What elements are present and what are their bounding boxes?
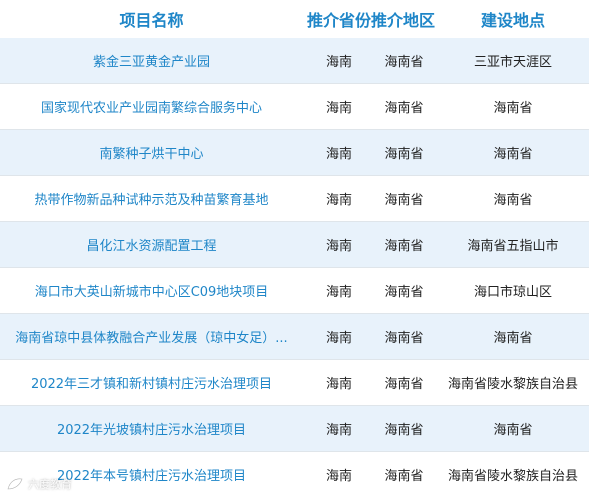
province-cell: 海南 bbox=[325, 377, 352, 392]
site-cell: 海南省 bbox=[493, 423, 533, 438]
site-cell: 海南省五指山市 bbox=[467, 239, 559, 254]
table-row: 2022年光坡镇村庄污水治理项目 海南 海南省 海南省 bbox=[0, 406, 589, 452]
area-cell: 海南省 bbox=[384, 239, 424, 254]
site-cell: 海南省 bbox=[493, 147, 533, 162]
site-cell: 三亚市天涯区 bbox=[473, 55, 552, 70]
site-cell: 海南省 bbox=[493, 193, 533, 208]
table-row: 2022年三才镇和新村镇村庄污水治理项目 海南 海南省 海南省陵水黎族自治县 bbox=[0, 360, 589, 406]
table-row: 南繁种子烘干中心 海南 海南省 海南省 bbox=[0, 130, 589, 176]
project-name-link[interactable]: 海口市大英山新城市中心区C09地块项目 bbox=[0, 268, 303, 313]
project-table: 项目名称 推介省份 推介地区 建设地点 紫金三亚黄金产业园 海南 海南省 三亚市天… bbox=[0, 0, 589, 496]
table-row: 国家现代农业产业园南繁综合服务中心 海南 海南省 海南省 bbox=[0, 84, 589, 130]
project-name-link[interactable]: 紫金三亚黄金产业园 bbox=[0, 38, 303, 83]
province-cell: 海南 bbox=[325, 101, 352, 116]
leaf-logo-icon bbox=[7, 478, 23, 490]
table-row: 昌化江水资源配置工程 海南 海南省 海南省五指山市 bbox=[0, 222, 589, 268]
header-province: 推介省份 bbox=[306, 11, 371, 30]
header-province-area: 推介省份 推介地区 bbox=[305, 0, 437, 38]
province-cell: 海南 bbox=[325, 193, 352, 208]
site-cell: 海口市琼山区 bbox=[473, 285, 552, 300]
area-cell: 海南省 bbox=[384, 193, 424, 208]
province-cell: 海南 bbox=[325, 468, 352, 484]
table-row: 热带作物新品种试种示范及种苗繁育基地 海南 海南省 海南省 bbox=[0, 176, 589, 222]
area-cell: 海南省 bbox=[384, 55, 424, 70]
header-project-name: 项目名称 bbox=[119, 11, 184, 30]
project-name-link[interactable]: 海南省琼中县体教融合产业发展（琼中女足）... bbox=[0, 314, 303, 359]
header-area: 推介地区 bbox=[371, 11, 436, 30]
site-cell: 海南省陵水黎族自治县 bbox=[447, 377, 578, 392]
table-row: 2022年本号镇村庄污水治理项目 海南 海南省 海南省陵水黎族自治县 bbox=[0, 452, 589, 496]
table-row: 海口市大英山新城市中心区C09地块项目 海南 海南省 海口市琼山区 bbox=[0, 268, 589, 314]
province-cell: 海南 bbox=[325, 147, 352, 162]
table-row: 紫金三亚黄金产业园 海南 海南省 三亚市天涯区 bbox=[0, 38, 589, 84]
project-name-link[interactable]: 国家现代农业产业园南繁综合服务中心 bbox=[0, 84, 303, 129]
table-header: 项目名称 推介省份 推介地区 建设地点 bbox=[0, 0, 589, 38]
province-cell: 海南 bbox=[325, 55, 352, 70]
project-name-link[interactable]: 南繁种子烘干中心 bbox=[0, 130, 303, 175]
area-cell: 海南省 bbox=[384, 423, 424, 438]
province-cell: 海南 bbox=[325, 331, 352, 346]
site-cell: 海南省 bbox=[493, 331, 533, 346]
province-cell: 海南 bbox=[325, 423, 352, 438]
area-cell: 海南省 bbox=[384, 331, 424, 346]
province-cell: 海南 bbox=[325, 285, 352, 300]
project-name-link[interactable]: 热带作物新品种试种示范及种苗繁育基地 bbox=[0, 176, 303, 221]
area-cell: 海南省 bbox=[384, 147, 424, 162]
watermark: 六度教育 bbox=[6, 476, 72, 492]
watermark-text: 六度教育 bbox=[28, 478, 72, 491]
project-name-link[interactable]: 2022年三才镇和新村镇村庄污水治理项目 bbox=[0, 360, 303, 405]
header-site: 建设地点 bbox=[480, 11, 545, 30]
site-cell: 海南省陵水黎族自治县 bbox=[447, 468, 578, 484]
area-cell: 海南省 bbox=[384, 468, 424, 484]
table-row: 海南省琼中县体教融合产业发展（琼中女足）... 海南 海南省 海南省 bbox=[0, 314, 589, 360]
area-cell: 海南省 bbox=[384, 101, 424, 116]
site-cell: 海南省 bbox=[493, 101, 533, 116]
area-cell: 海南省 bbox=[384, 377, 424, 392]
province-cell: 海南 bbox=[325, 239, 352, 254]
project-name-link[interactable]: 昌化江水资源配置工程 bbox=[0, 222, 303, 267]
project-name-link[interactable]: 2022年光坡镇村庄污水治理项目 bbox=[0, 406, 303, 451]
area-cell: 海南省 bbox=[384, 285, 424, 300]
